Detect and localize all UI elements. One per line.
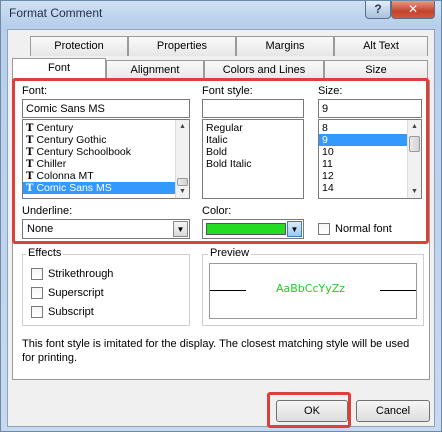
underline-select[interactable]: None ▼ [22,219,190,239]
subscript-label: Subscript [48,306,94,318]
scroll-down-icon[interactable]: ▼ [408,185,421,198]
font-list-item[interactable]: T Chiller [23,158,189,170]
preview-sample-text: AaBbCcYyZz [276,282,346,295]
effects-label: Effects [26,247,64,259]
chevron-down-icon[interactable]: ▼ [287,221,302,237]
tab-protection[interactable]: Protection [30,36,128,56]
preview-baseline-left [210,290,246,291]
scroll-down-icon[interactable]: ▼ [176,185,189,198]
tab-size[interactable]: Size [324,60,428,80]
tab-alignment[interactable]: Alignment [106,60,204,80]
font-list-item-label: Comic Sans MS [36,182,112,194]
scroll-up-icon[interactable]: ▲ [408,120,421,133]
truetype-icon: T [26,147,34,158]
size-list-item[interactable]: 11 [319,158,421,170]
superscript-checkbox[interactable] [31,287,43,299]
tab-margins[interactable]: Margins [236,36,334,56]
chevron-down-icon[interactable]: ▼ [173,221,188,237]
size-label: Size: [318,85,343,97]
help-button[interactable]: ? [365,1,391,19]
info-text: This font style is imitated for the disp… [22,338,410,364]
tab-colors-and-lines[interactable]: Colors and Lines [204,60,324,80]
strikethrough-label: Strikethrough [48,268,114,280]
truetype-icon: T [26,123,34,134]
font-list-item-label: Century Gothic [36,134,107,146]
scroll-up-icon[interactable]: ▲ [176,120,189,133]
truetype-icon: T [26,159,34,170]
font-list-item[interactable]: T Century Schoolbook [23,146,189,158]
font-label: Font: [22,85,48,97]
normal-font-label: Normal font [335,223,392,235]
size-list-scrollbar[interactable]: ▲ ▼ [407,120,421,198]
normal-font-checkbox[interactable] [318,223,330,235]
font-list[interactable]: T Century T Century Gothic T Century Schoolbo… [22,119,190,199]
strikethrough-checkbox[interactable] [31,268,43,280]
preview-label: Preview [208,247,252,259]
preview-baseline-right [380,290,416,291]
font-list-item[interactable]: T Century [23,122,189,134]
scroll-thumb[interactable] [409,136,420,152]
font-style-list-item[interactable]: Bold Italic [203,158,303,170]
size-input[interactable]: 9 [318,99,422,118]
size-list-item[interactable]: 12 [319,170,421,182]
ok-button[interactable]: OK [276,400,348,422]
size-list-item[interactable]: 14 [319,182,421,194]
font-style-label: Font style: [202,85,253,97]
tab-alt-text[interactable]: Alt Text [334,36,428,56]
cancel-button[interactable]: Cancel [356,400,430,422]
dialog-client: Protection Properties Margins Alt Text F… [7,29,435,427]
underline-value: None [27,223,54,235]
subscript-checkbox[interactable] [31,306,43,318]
close-button[interactable]: ✕ [391,1,435,19]
font-style-list-item[interactable]: Bold [203,146,303,158]
font-style-list[interactable]: Regular Italic Bold Bold Italic [202,119,304,199]
size-list-item[interactable]: 9 [319,134,421,146]
size-list-item[interactable]: 10 [319,146,421,158]
font-style-input[interactable] [202,99,304,118]
truetype-icon: T [26,183,34,194]
font-list-item-label: Century [36,122,74,134]
font-list-item-label: Century Schoolbook [36,146,132,158]
preview-box: AaBbCcYyZz [209,263,417,319]
font-list-item[interactable]: T Colonna MT [23,170,189,182]
color-label: Color: [202,205,232,217]
superscript-label: Superscript [48,287,104,299]
font-tab-panel: Font: Comic Sans MS T Century T Century Got… [12,80,430,380]
underline-label: Underline: [22,205,73,217]
tab-font[interactable]: Font [12,58,106,80]
truetype-icon: T [26,171,34,182]
dialog-title: Format Comment [9,6,103,20]
color-swatch [206,223,286,235]
font-list-item[interactable]: T Century Gothic [23,134,189,146]
tab-properties[interactable]: Properties [128,36,236,56]
font-list-item[interactable]: T Comic Sans MS [23,182,189,194]
color-select[interactable]: ▼ [202,219,304,239]
font-style-list-item[interactable]: Regular [203,122,303,134]
font-list-item-label: Colonna MT [36,170,94,182]
font-list-item-label: Chiller [36,158,67,170]
size-list[interactable]: 8 9 10 11 12 14 ▲ ▼ [318,119,422,199]
title-bar[interactable]: Format Comment ? ✕ [1,1,441,25]
font-list-scrollbar[interactable]: ▲ ▼ [175,120,189,198]
size-list-item[interactable]: 8 [319,122,421,134]
font-input[interactable]: Comic Sans MS [22,99,190,118]
truetype-icon: T [26,135,34,146]
format-comment-dialog: Format Comment ? ✕ Protection Properties… [0,0,442,432]
font-style-list-item[interactable]: Italic [203,134,303,146]
